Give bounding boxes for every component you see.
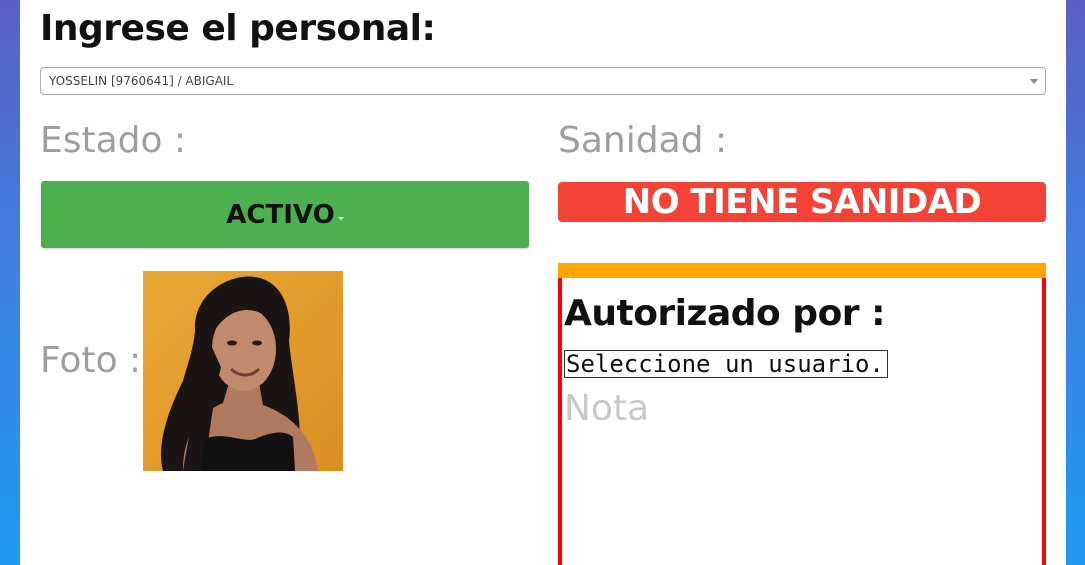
- sanidad-value: NO TIENE SANIDAD: [622, 182, 982, 222]
- estado-label: Estado :: [40, 120, 187, 161]
- personal-select-value: YOSSELIN [9760641] / ABIGAIL: [49, 74, 234, 88]
- caret-down-icon: [337, 217, 344, 220]
- sanidad-label: Sanidad :: [558, 120, 728, 161]
- personal-select[interactable]: YOSSELIN [9760641] / ABIGAIL: [40, 67, 1046, 95]
- estado-dropdown-button[interactable]: ACTIVO: [41, 181, 529, 248]
- nota-textarea[interactable]: [564, 388, 1034, 565]
- foto-label: Foto :: [40, 340, 142, 381]
- usuario-select[interactable]: Seleccione un usuario...: [564, 350, 888, 378]
- autorizacion-accent-bar: [558, 263, 1046, 278]
- personal-photo: [143, 271, 343, 471]
- autorizacion-title: Autorizado por :: [564, 293, 886, 334]
- sanidad-status-badge: NO TIENE SANIDAD: [558, 182, 1046, 222]
- page-title: Ingrese el personal:: [40, 8, 436, 49]
- photo-image: [143, 271, 343, 471]
- estado-value: ACTIVO: [226, 199, 335, 230]
- form-panel: Ingrese el personal: YOSSELIN [9760641] …: [20, 0, 1066, 565]
- autorizacion-panel: Autorizado por : Seleccione un usuario..…: [558, 263, 1046, 565]
- chevron-down-icon: [1030, 79, 1038, 84]
